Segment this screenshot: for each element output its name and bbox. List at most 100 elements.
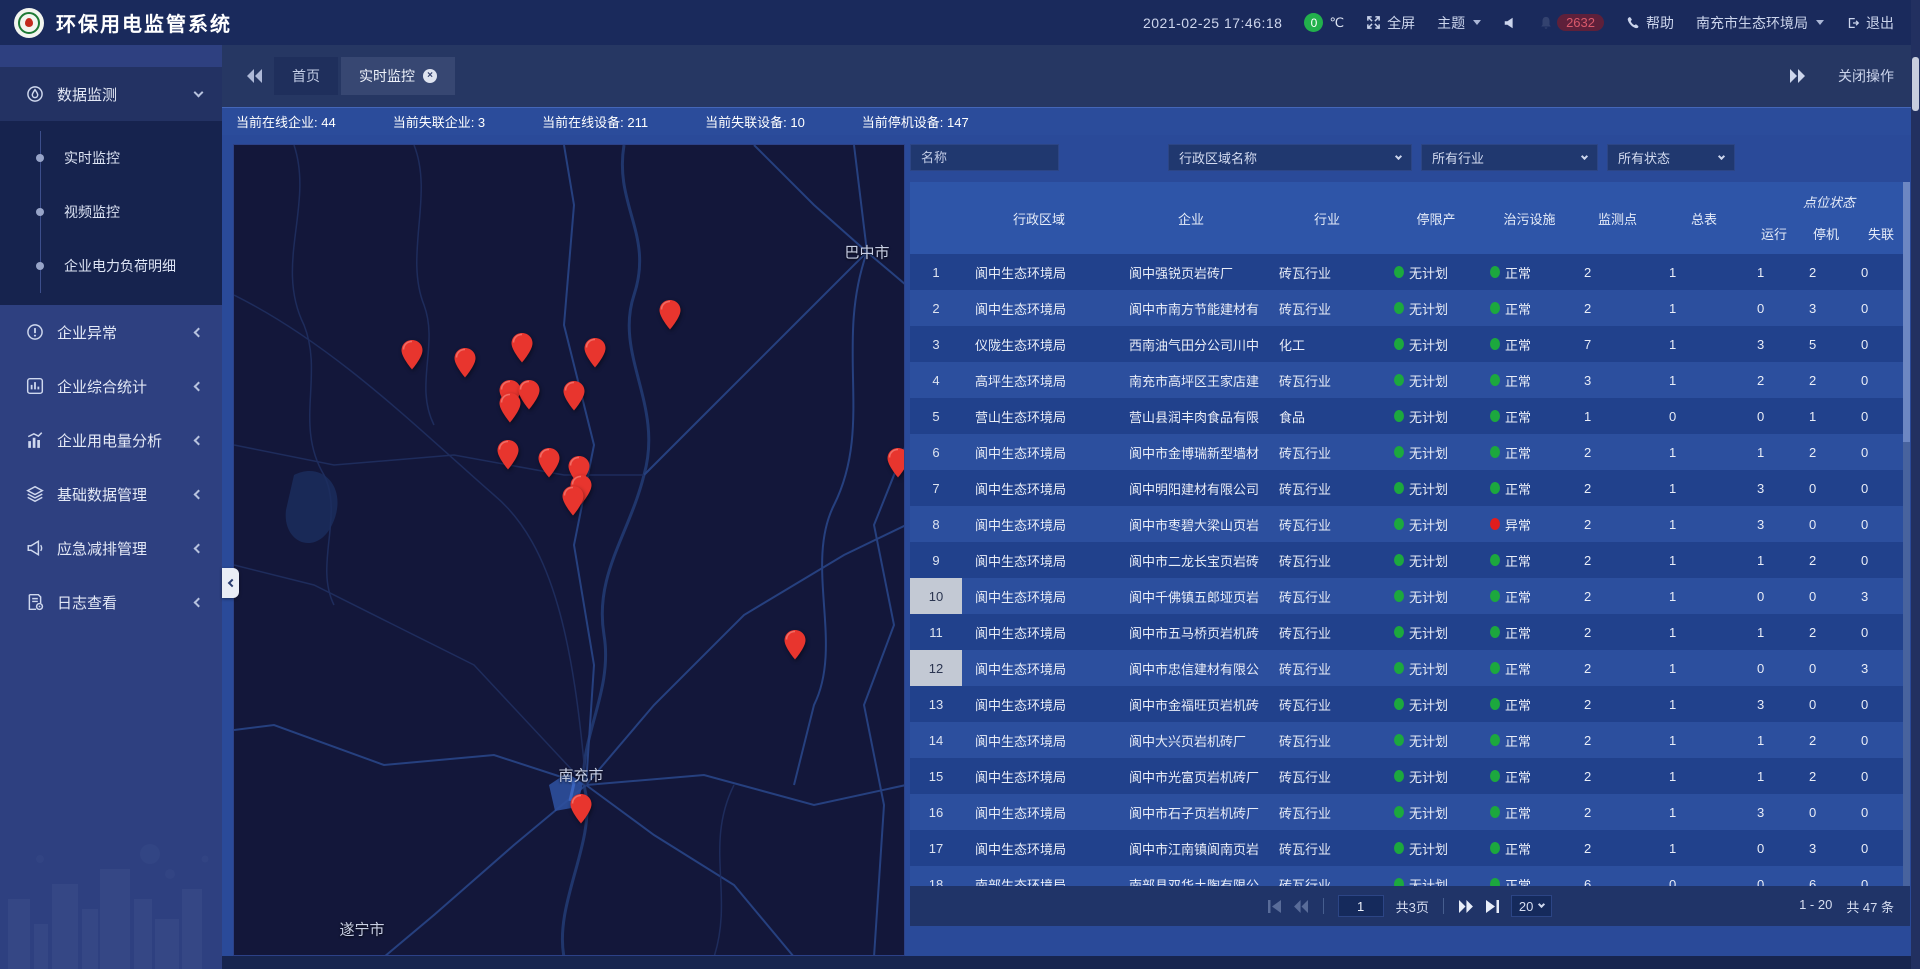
help-button[interactable]: 帮助 [1626, 13, 1674, 33]
table-row-14[interactable]: 14阆中生态环境局阆中大兴页岩机砖厂砖瓦行业无计划正常21120 [910, 722, 1910, 758]
sidebar-item-5[interactable]: 基础数据管理 [0, 467, 222, 521]
table-row-10[interactable]: 10阆中生态环境局阆中千佛镇五郎垭页岩砖瓦行业无计划正常21003 [910, 578, 1910, 614]
map-pin-10[interactable] [497, 440, 519, 470]
pagination-bar: 共3页 20 1 - 20 共 47 [910, 886, 1910, 926]
cell-offline: 0 [1852, 326, 1910, 362]
tab-label: 首页 [292, 66, 320, 86]
cell-row-number: 2 [910, 290, 962, 326]
cell-running: 1 [1748, 614, 1800, 650]
enterprise-table-panel: 行政区域名称 所有行业 所有状态 行政区域企业行业停限产治污设施监测点总表点位状… [910, 144, 1910, 956]
cell-region: 南部生态环境局 [962, 866, 1116, 886]
notification-badge[interactable]: 2632 [1539, 14, 1604, 31]
cell-stopped: 2 [1800, 758, 1852, 794]
table-row-13[interactable]: 13阆中生态环境局阆中市金福旺页岩机砖砖瓦行业无计划正常21300 [910, 686, 1910, 722]
sidebar-item-7[interactable]: 日志查看 [0, 575, 222, 629]
table-row-11[interactable]: 11阆中生态环境局阆中市五马桥页岩机砖砖瓦行业无计划正常21120 [910, 614, 1910, 650]
page-number-input[interactable] [1338, 895, 1384, 917]
table-row-5[interactable]: 5营山生态环境局营山县润丰肉食品有限食品无计划正常10010 [910, 398, 1910, 434]
map-pin-1[interactable] [401, 340, 423, 370]
table-row-8[interactable]: 8阆中生态环境局阆中市枣碧大梁山页岩砖瓦行业无计划异常21300 [910, 506, 1910, 542]
logout-button[interactable]: 退出 [1846, 13, 1894, 33]
theme-menu[interactable]: 主题 [1437, 13, 1481, 33]
cell-production-status: 无计划 [1388, 254, 1484, 290]
map-pin-4[interactable] [584, 338, 606, 368]
sidebar-item-3[interactable]: 企业综合统计 [0, 359, 222, 413]
map-pin-11[interactable] [538, 448, 560, 478]
close-operations-button[interactable]: 关闭操作 [1838, 66, 1894, 86]
status-filter-select[interactable]: 所有状态 [1607, 144, 1735, 171]
map-pin-15[interactable] [887, 448, 905, 478]
tabs-scroll-right-button[interactable] [1782, 57, 1812, 95]
table-row-12[interactable]: 12阆中生态环境局阆中市忠信建材有限公砖瓦行业无计划正常21003 [910, 650, 1910, 686]
name-input[interactable] [921, 150, 1048, 165]
map-pin-8[interactable] [499, 393, 521, 423]
cell-facility-status: 正常 [1484, 470, 1575, 506]
cell-industry: 砖瓦行业 [1266, 722, 1388, 758]
table-row-6[interactable]: 6阆中生态环境局阆中市金博瑞新型墙材砖瓦行业无计划正常21120 [910, 434, 1910, 470]
cell-industry: 砖瓦行业 [1266, 290, 1388, 326]
table-row-17[interactable]: 17阆中生态环境局阆中市江南镇阆南页岩砖瓦行业无计划正常21030 [910, 830, 1910, 866]
column-group-header: 点位状态 [1748, 182, 1910, 212]
sidebar-subitem[interactable]: 实时监控 [0, 131, 222, 185]
region-filter-select[interactable]: 行政区域名称 [1168, 144, 1412, 171]
mute-button[interactable] [1503, 16, 1517, 30]
cell-facility-status: 正常 [1484, 830, 1575, 866]
stat-item: 当前失联企业: 3 [393, 112, 485, 131]
map-pin-2[interactable] [454, 348, 476, 378]
next-page-button[interactable] [1458, 900, 1473, 913]
table-row-3[interactable]: 3仪陇生态环境局西南油气田分公司川中化工无计划正常71350 [910, 326, 1910, 362]
sidebar-item-2[interactable]: 企业异常 [0, 305, 222, 359]
header-row-number [910, 182, 962, 254]
map-pin-9[interactable] [563, 381, 585, 411]
map-panel[interactable]: 巴中市南充市遂宁市 [233, 144, 905, 956]
sidebar-collapse-button[interactable] [222, 568, 239, 598]
map-pin-7[interactable] [518, 380, 540, 410]
table-row-15[interactable]: 15阆中生态环境局阆中市光富页岩机砖厂砖瓦行业无计划正常21120 [910, 758, 1910, 794]
cell-row-number: 14 [910, 722, 962, 758]
cell-region: 阆中生态环境局 [962, 614, 1116, 650]
tabs-scroll-left-button[interactable] [240, 57, 270, 95]
cell-facility-status: 正常 [1484, 290, 1575, 326]
sidebar-item-6[interactable]: 应急减排管理 [0, 521, 222, 575]
table-scrollbar[interactable] [1903, 182, 1910, 886]
first-page-button[interactable] [1268, 900, 1282, 913]
close-icon[interactable]: × [423, 69, 437, 83]
table-row-18[interactable]: 18南部生态环境局南部县双华土陶有限公砖瓦行业无计划正常60060 [910, 866, 1910, 886]
map-pin-17[interactable] [570, 794, 592, 824]
sidebar-item-label: 基础数据管理 [57, 484, 182, 505]
tab-首页[interactable]: 首页 [274, 57, 338, 95]
sidebar-subitem[interactable]: 视频监控 [0, 185, 222, 239]
sidebar-item-4[interactable]: 企业用电量分析 [0, 413, 222, 467]
cell-total-meters: 1 [1660, 470, 1748, 506]
double-chevron-right-icon [1789, 69, 1805, 83]
table-row-7[interactable]: 7阆中生态环境局阆中明阳建材有限公司砖瓦行业无计划正常21300 [910, 470, 1910, 506]
map-pin-3[interactable] [511, 333, 533, 363]
cell-offline: 0 [1852, 542, 1910, 578]
page-scrollbar[interactable] [1911, 0, 1920, 969]
table-row-2[interactable]: 2阆中生态环境局阆中市南方节能建材有砖瓦行业无计划正常21030 [910, 290, 1910, 326]
cell-total-meters: 1 [1660, 362, 1748, 398]
cell-running: 1 [1748, 434, 1800, 470]
cell-row-number: 13 [910, 686, 962, 722]
table-row-9[interactable]: 9阆中生态环境局阆中市二龙长宝页岩砖砖瓦行业无计划正常21120 [910, 542, 1910, 578]
table-row-16[interactable]: 16阆中生态环境局阆中市石子页岩机砖厂砖瓦行业无计划正常21300 [910, 794, 1910, 830]
fullscreen-button[interactable]: 全屏 [1366, 13, 1415, 33]
sidebar-item-1[interactable]: 数据监测 [0, 67, 222, 121]
cell-offline: 0 [1852, 614, 1910, 650]
tab-实时监控[interactable]: 实时监控× [341, 57, 455, 95]
map-pin-16[interactable] [784, 630, 806, 660]
name-filter-input[interactable] [910, 144, 1059, 171]
industry-filter-select[interactable]: 所有行业 [1421, 144, 1598, 171]
cell-company: 阆中市忠信建材有限公 [1116, 650, 1266, 686]
org-menu[interactable]: 南充市生态环境局 [1696, 13, 1824, 33]
last-page-button[interactable] [1485, 900, 1499, 913]
table-row-1[interactable]: 1阆中生态环境局阆中强锐页岩砖厂砖瓦行业无计划正常21120 [910, 254, 1910, 290]
sidebar-subitem[interactable]: 企业电力负荷明细 [0, 239, 222, 293]
map-pin-14[interactable] [562, 486, 584, 516]
cell-industry: 砖瓦行业 [1266, 614, 1388, 650]
map-pin-5[interactable] [659, 300, 681, 330]
stats-icon [26, 377, 44, 395]
table-row-4[interactable]: 4高坪生态环境局南充市高坪区王家店建砖瓦行业无计划正常31220 [910, 362, 1910, 398]
previous-page-button[interactable] [1294, 900, 1309, 913]
page-size-select[interactable]: 20 [1511, 895, 1552, 917]
